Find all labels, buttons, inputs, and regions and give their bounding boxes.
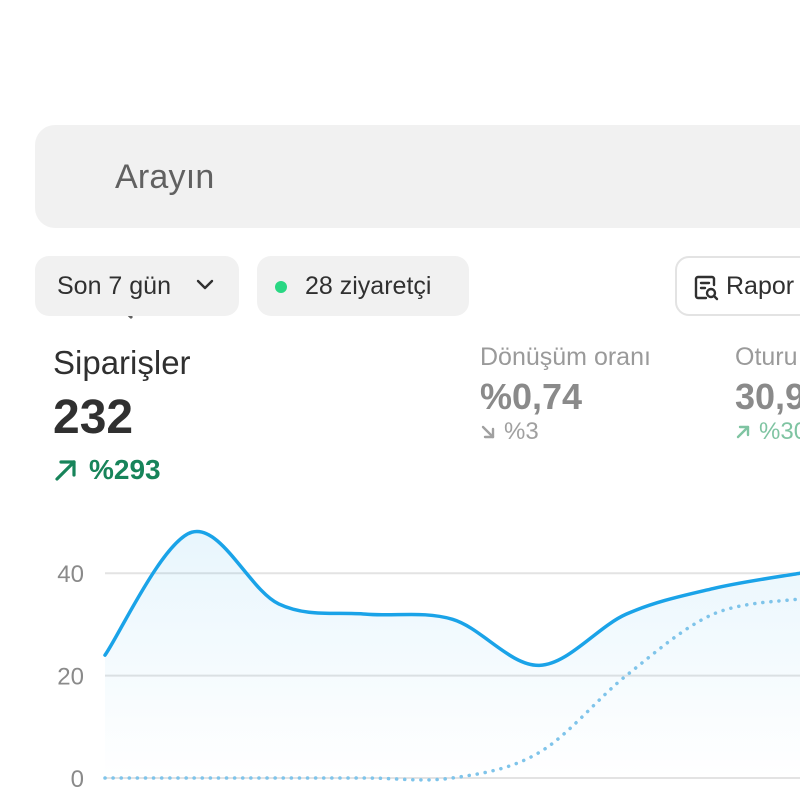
analytics-page: Arayın Son 7 gün 28 ziyaretçi Rapor Sipa… <box>0 0 800 800</box>
visitors-count: 28 ziyaretçi <box>305 272 432 300</box>
date-range-selector[interactable]: Son 7 gün <box>35 256 239 316</box>
arrow-up-right-icon <box>736 425 750 439</box>
arrow-down-right-icon <box>481 425 495 439</box>
y-tick-label: 0 <box>71 766 84 793</box>
conversion-change-value: %3 <box>504 418 539 445</box>
sessions-title[interactable]: Oturu <box>735 343 798 372</box>
series-current-area <box>105 531 800 778</box>
sessions-change-value: %30 <box>759 418 800 445</box>
conversion-title[interactable]: Dönüşüm oranı <box>480 343 651 372</box>
report-button[interactable]: Rapor <box>675 256 800 316</box>
orders-title: Siparişler <box>53 344 191 381</box>
live-status-dot-icon <box>275 281 287 293</box>
report-button-label: Rapor <box>726 272 795 300</box>
orders-line-chart: 0 20 40 <box>57 529 800 793</box>
sessions-change: %30 <box>735 418 800 446</box>
search-placeholder: Arayın <box>115 158 215 196</box>
search-bar[interactable]: Arayın <box>35 125 800 319</box>
sessions-value: 30,9 <box>735 376 800 417</box>
chevron-down-icon <box>196 279 214 290</box>
orders-value: 232 <box>53 391 134 444</box>
live-visitors-badge[interactable]: 28 ziyaretçi <box>257 256 469 316</box>
date-range-label: Son 7 gün <box>57 271 171 300</box>
y-tick-label: 20 <box>57 664 84 691</box>
y-tick-label: 40 <box>57 561 84 588</box>
report-search-icon <box>694 275 719 301</box>
conversion-value: %0,74 <box>480 376 583 417</box>
conversion-change: %3 <box>480 418 539 446</box>
